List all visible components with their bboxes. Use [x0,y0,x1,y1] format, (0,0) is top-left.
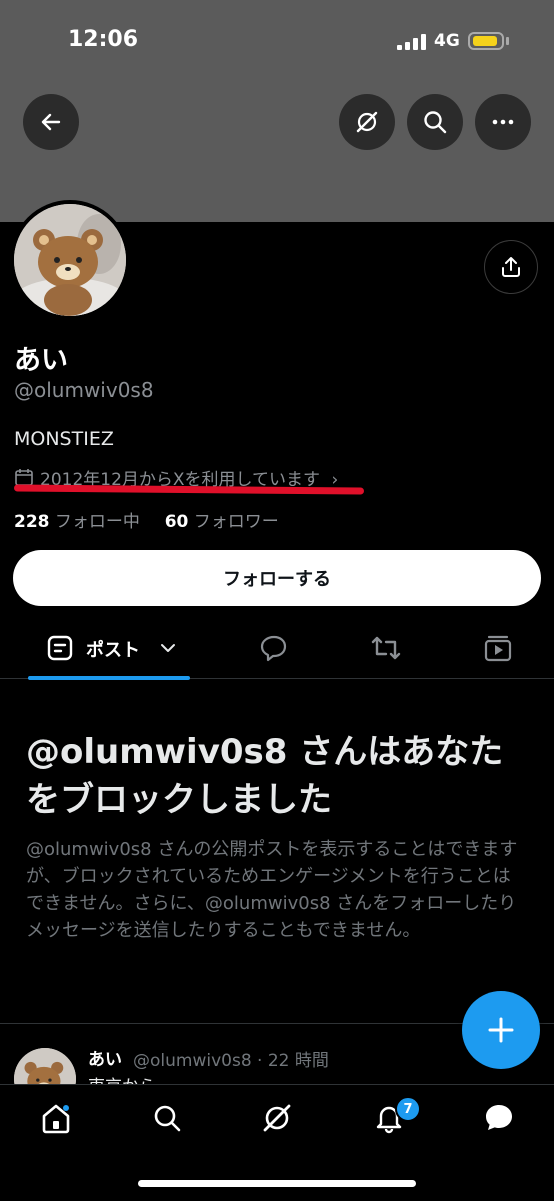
following-label: フォロー中 [54,512,140,532]
share-button[interactable] [484,240,538,294]
battery-cap [506,37,509,45]
followers-link[interactable]: 60 フォロワー [165,512,279,532]
search-icon [154,1105,181,1132]
nav-home[interactable] [36,1098,76,1138]
following-count: 228 [14,512,50,532]
nav-grok[interactable] [257,1098,297,1138]
search-icon [424,111,447,134]
tab-replies-icon[interactable] [258,632,290,664]
blocked-title: @olumwiv0s8 さんはあなたをブロックしました [26,732,504,820]
profile-handle: @olumwiv0s8 [14,378,154,402]
compose-button[interactable] [462,991,540,1069]
grok-button[interactable] [339,94,395,150]
plus-icon [488,1017,514,1043]
post-meta: @olumwiv0s8 · 22 時間 [133,1051,329,1071]
posts-tab-icon [47,635,73,661]
battery-icon [468,32,504,50]
status-time: 12:06 [68,27,139,52]
tab-active-indicator [28,676,190,680]
share-icon [502,257,520,277]
follow-stats: 228 フォロー中 60 フォロワー [14,507,279,532]
notification-badge: 7 [395,1096,421,1122]
more-icon [492,119,514,125]
following-link[interactable]: 228 フォロー中 [14,512,140,532]
avatar[interactable] [14,204,126,316]
back-button[interactable] [23,94,79,150]
followers-count: 60 [164,512,189,532]
tab-media-icon[interactable] [482,632,514,664]
nav-search[interactable] [147,1098,187,1138]
tab-reposts-icon[interactable] [369,632,403,664]
signal-icon [397,34,426,50]
grok-icon [263,1104,291,1132]
arrow-left-icon [41,113,61,131]
chevron-down-icon[interactable] [158,640,178,656]
more-button[interactable] [475,94,531,150]
chat-bubble-icon [486,1105,512,1130]
post-author-name: あい [88,1050,122,1070]
profile-name: あい [14,345,68,376]
grok-icon [356,111,378,133]
home-icon [42,1104,70,1134]
network-type: 4G [434,31,460,51]
follow-button[interactable]: フォローする [13,550,541,606]
followers-label: フォロワー [193,512,279,532]
nav-messages[interactable] [479,1098,519,1138]
home-indicator [138,1180,416,1187]
blocked-description: @olumwiv0s8 さんの公開ポストを表示することはできますが、ブロックされ… [26,839,518,941]
tab-posts[interactable]: ポスト [86,636,140,662]
profile-bio: MONSTIEZ [14,428,114,450]
bear-avatar-image [14,204,126,316]
search-button[interactable] [407,94,463,150]
